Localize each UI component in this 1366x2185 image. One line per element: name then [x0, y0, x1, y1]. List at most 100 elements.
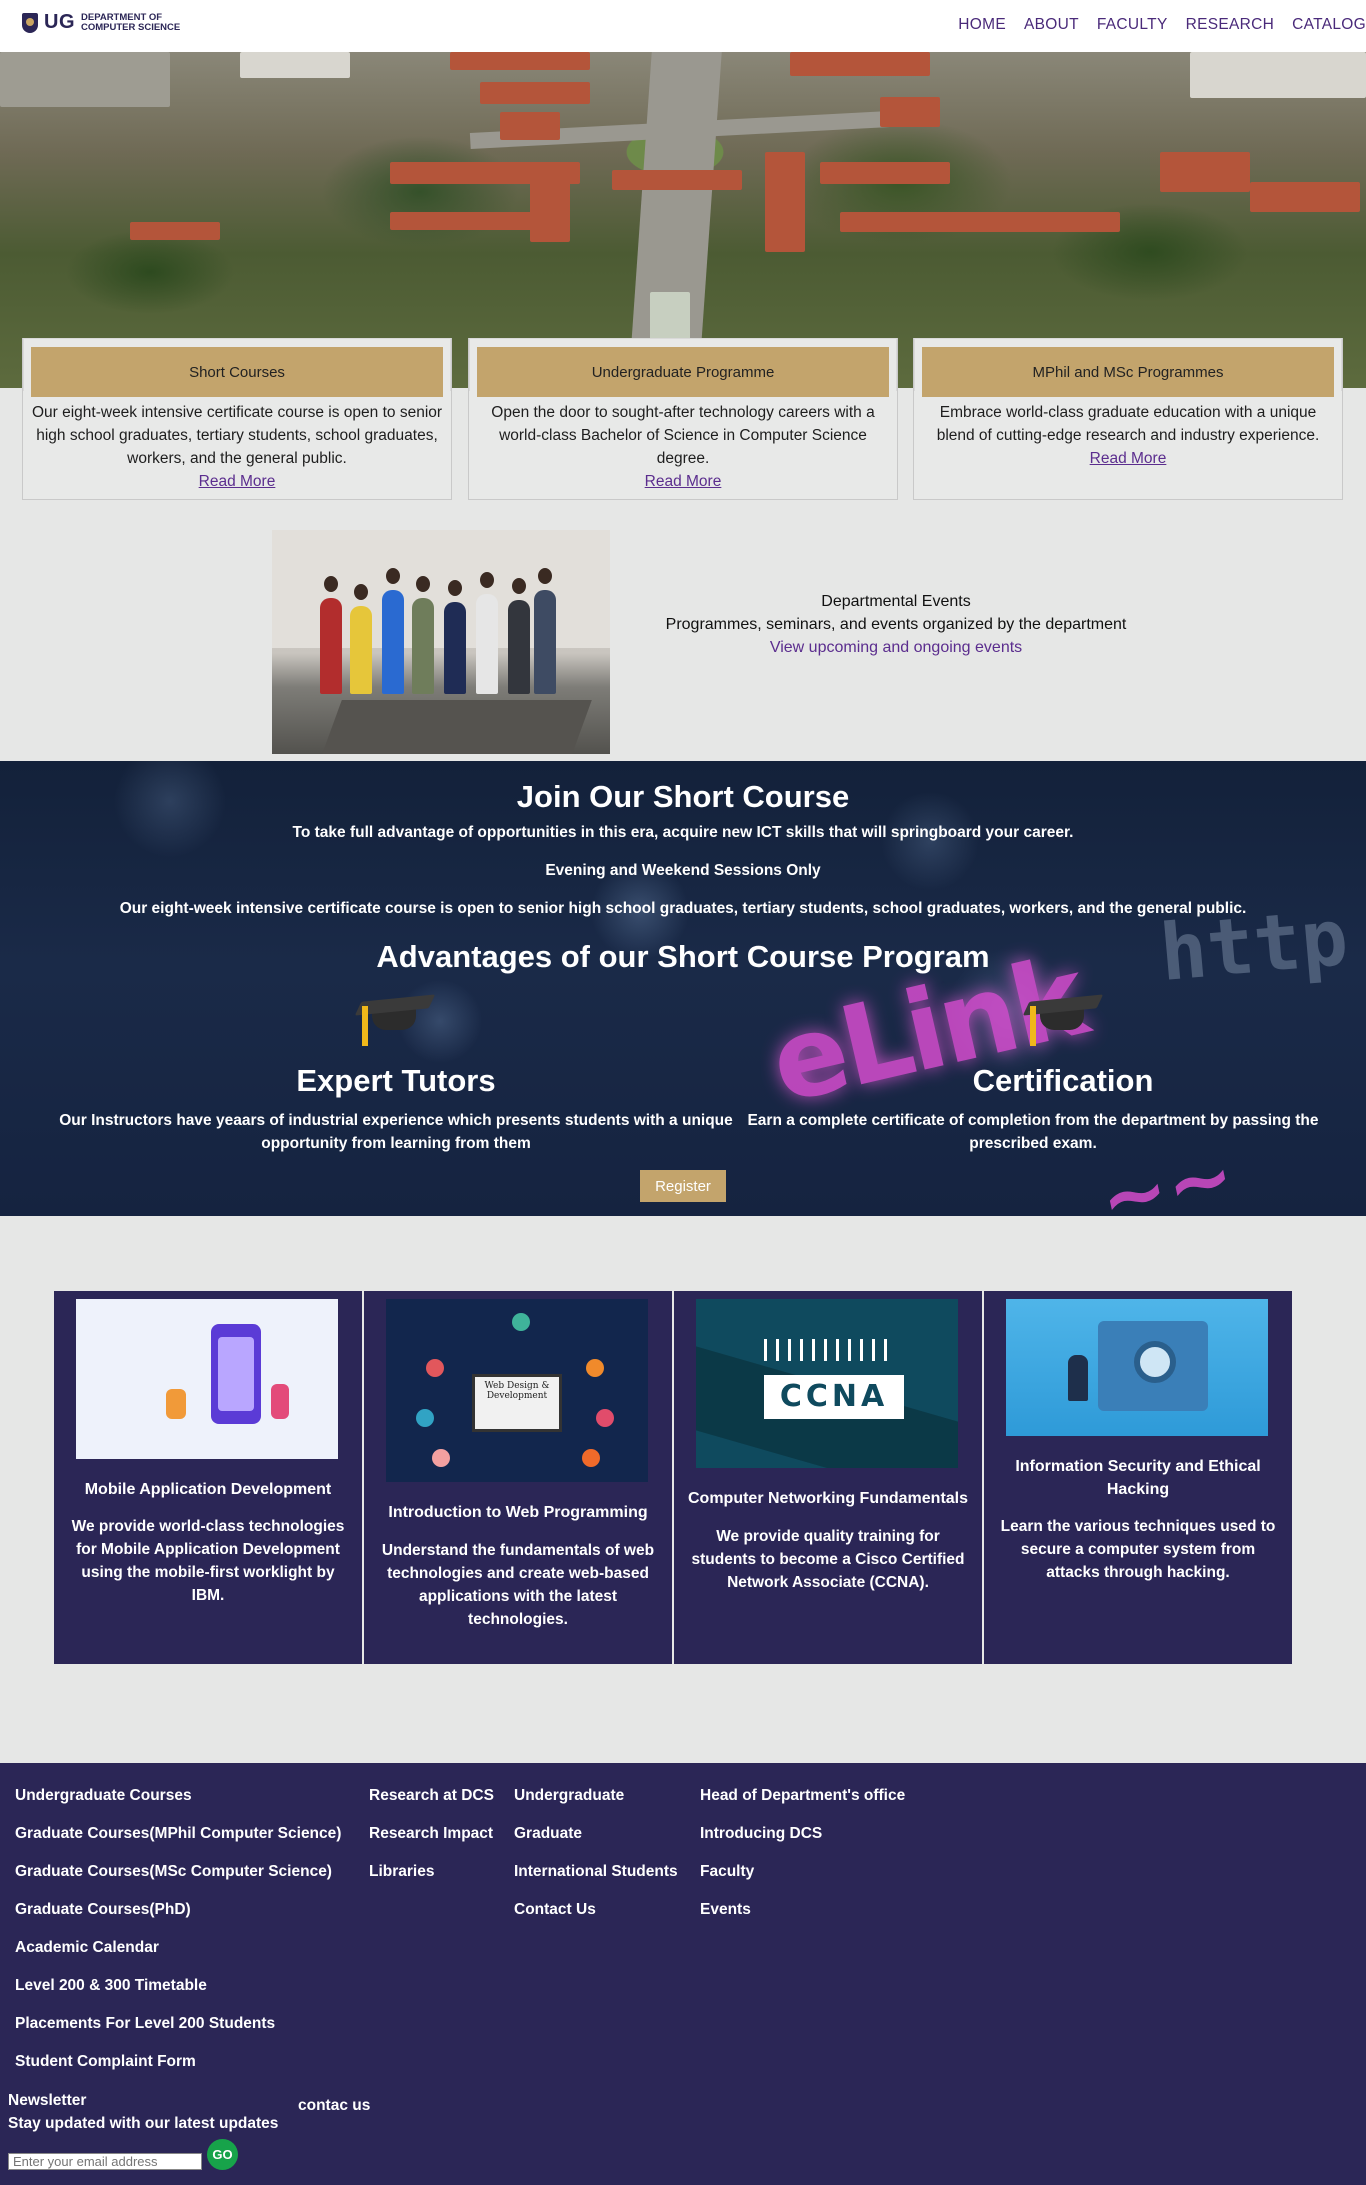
footer-link[interactable]: Graduate [514, 1815, 678, 1853]
hero-building [612, 170, 742, 190]
course-title: Computer Networking Fundamentals [687, 1490, 969, 1507]
course-tile-networking[interactable]: CCNA Computer Networking Fundamentals We… [674, 1291, 982, 1664]
ccna-badge: CCNA [764, 1375, 904, 1419]
course-tile-info-security[interactable]: Information Security and Ethical Hacking… [984, 1291, 1292, 1664]
hero-building [130, 222, 220, 240]
view-events-link[interactable]: View upcoming and ongoing events [770, 639, 1022, 656]
footer-link[interactable]: Research at DCS [369, 1777, 494, 1815]
read-more-link[interactable]: Read More [922, 447, 1334, 470]
photo-head [448, 580, 462, 596]
footer-link[interactable]: International Students [514, 1853, 678, 1891]
footer-link[interactable]: Faculty [700, 1853, 905, 1891]
footer-link[interactable]: Placements For Level 200 Students [15, 2005, 341, 2043]
read-more-link[interactable]: Read More [477, 470, 889, 493]
events-panel: Departmental Events Programmes, seminars… [620, 590, 1172, 659]
nav-about[interactable]: ABOUT [1024, 16, 1079, 34]
course-title: Information Security and Ethical Hacking [1015, 1458, 1261, 1498]
hero-building [765, 152, 805, 252]
read-more-link[interactable]: Read More [31, 470, 443, 493]
footer-link[interactable]: Research Impact [369, 1815, 494, 1853]
photo-person [508, 600, 530, 694]
course-description: We provide quality training for students… [691, 1528, 965, 1591]
nav-faculty[interactable]: FACULTY [1097, 16, 1168, 34]
photo-head [354, 584, 368, 600]
phone-screen-graphic [218, 1337, 254, 1411]
site-footer: Undergraduate Courses Graduate Courses(M… [0, 1763, 1366, 2185]
short-course-description: Our eight-week intensive certificate cou… [119, 900, 1247, 917]
hero-building [450, 52, 590, 70]
icon-bubble [586, 1359, 604, 1377]
hero-building [1250, 182, 1360, 212]
hero-building [820, 162, 950, 184]
icon-bubble [426, 1359, 444, 1377]
mobile-app-illustration [76, 1299, 338, 1459]
monitor-graphic: Web Design & Development [472, 1374, 562, 1432]
card-body: Our eight-week intensive certificate cou… [31, 401, 443, 493]
newsletter-title: Newsletter [8, 2092, 87, 2109]
footer-link[interactable]: Academic Calendar [15, 1929, 341, 1967]
nav-research[interactable]: RESEARCH [1186, 16, 1275, 34]
newsletter-block: Newsletter Stay updated with our latest … [8, 2089, 278, 2135]
course-description: We provide world-class technologies for … [71, 1518, 345, 1604]
footer-link[interactable]: Introducing DCS [700, 1815, 905, 1853]
course-title: Introduction to Web Programming [388, 1504, 648, 1521]
card-title: Undergraduate Programme [477, 347, 889, 397]
nav-catalog[interactable]: CATALOG [1292, 16, 1366, 34]
hacker-graphic [1068, 1355, 1088, 1401]
footer-link[interactable]: Level 200 & 300 Timetable [15, 1967, 341, 2005]
short-course-section: eLink http ~~ Join Our Short Course To t… [0, 761, 1366, 1216]
university-crest-icon [22, 12, 38, 33]
hero-building [530, 162, 570, 242]
programme-card-graduate: MPhil and MSc Programmes Embrace world-c… [913, 338, 1343, 500]
graduation-cap-icon [1022, 986, 1104, 1046]
photo-head [538, 568, 552, 584]
icon-bubble [512, 1313, 530, 1331]
photo-person [476, 594, 498, 694]
logo-text: DEPARTMENT OF COMPUTER SCIENCE [81, 12, 180, 33]
hero-building [480, 82, 590, 104]
photo-head [324, 576, 338, 592]
course-tile-web-programming[interactable]: Web Design & Development Introduction to… [364, 1291, 672, 1664]
contact-us-link[interactable]: contac us [298, 2097, 370, 2115]
hero-building [240, 52, 350, 78]
newsletter-email-input[interactable] [8, 2153, 202, 2170]
top-navigation-bar: UG DEPARTMENT OF COMPUTER SCIENCE HOME A… [0, 0, 1366, 52]
footer-link[interactable]: Undergraduate Courses [15, 1777, 341, 1815]
footer-link[interactable]: Graduate Courses(MPhil Computer Science) [15, 1815, 341, 1853]
hero-parking-lot [0, 52, 170, 107]
footer-link[interactable]: Undergraduate [514, 1777, 678, 1815]
hero-building [500, 112, 560, 140]
photo-person [534, 590, 556, 694]
newsletter-go-button[interactable]: GO [207, 2139, 238, 2170]
photo-head [480, 572, 494, 588]
footer-link[interactable]: Head of Department's office [700, 1777, 905, 1815]
nav-home[interactable]: HOME [958, 16, 1006, 34]
hero-building [1190, 52, 1366, 98]
footer-link[interactable]: Libraries [369, 1853, 494, 1891]
advantage-body-expert-tutors: Our Instructors have yeaars of industria… [59, 1112, 733, 1152]
advantage-title-certification: Certification [972, 1063, 1154, 1098]
department-logo[interactable]: UG DEPARTMENT OF COMPUTER SCIENCE [22, 11, 180, 34]
card-description: Embrace world-class graduate education w… [936, 404, 1320, 444]
icon-bubble [432, 1449, 450, 1467]
footer-link[interactable]: Contact Us [514, 1891, 678, 1929]
footer-column-research: Research at DCS Research Impact Librarie… [369, 1777, 494, 1891]
footer-link[interactable]: Events [700, 1891, 905, 1929]
logo-mark: UG [44, 11, 75, 33]
graduation-cap-icon [354, 986, 436, 1046]
hero-building [1160, 152, 1250, 192]
photo-head [512, 578, 526, 594]
card-body: Embrace world-class graduate education w… [922, 401, 1334, 470]
footer-link[interactable]: Student Complaint Form [15, 2043, 341, 2081]
register-button[interactable]: Register [640, 1170, 726, 1202]
course-tile-mobile-app[interactable]: Mobile Application Development We provid… [54, 1291, 362, 1664]
advantage-body-certification: Earn a complete certificate of completio… [747, 1112, 1319, 1152]
footer-link[interactable]: Graduate Courses(MSc Computer Science) [15, 1853, 341, 1891]
icon-bubble [582, 1449, 600, 1467]
photo-head [416, 576, 430, 592]
main-nav: HOME ABOUT FACULTY RESEARCH CATALOG [958, 16, 1366, 34]
photo-person [320, 598, 342, 694]
photo-person [412, 598, 434, 694]
footer-link[interactable]: Graduate Courses(PhD) [15, 1891, 341, 1929]
photo-head [386, 568, 400, 584]
